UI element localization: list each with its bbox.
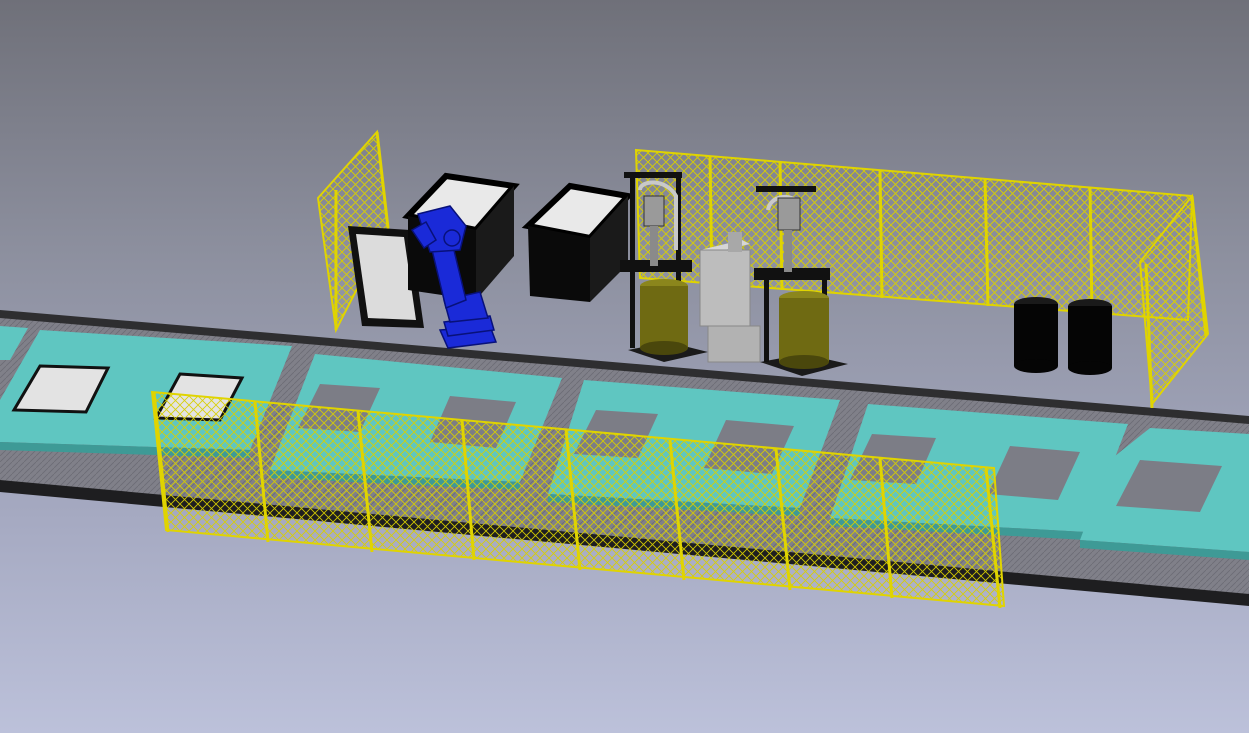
3d-scene-canvas[interactable] [0, 0, 1249, 733]
cabinet-2[interactable] [521, 182, 634, 302]
cad-viewport[interactable] [0, 0, 1249, 733]
